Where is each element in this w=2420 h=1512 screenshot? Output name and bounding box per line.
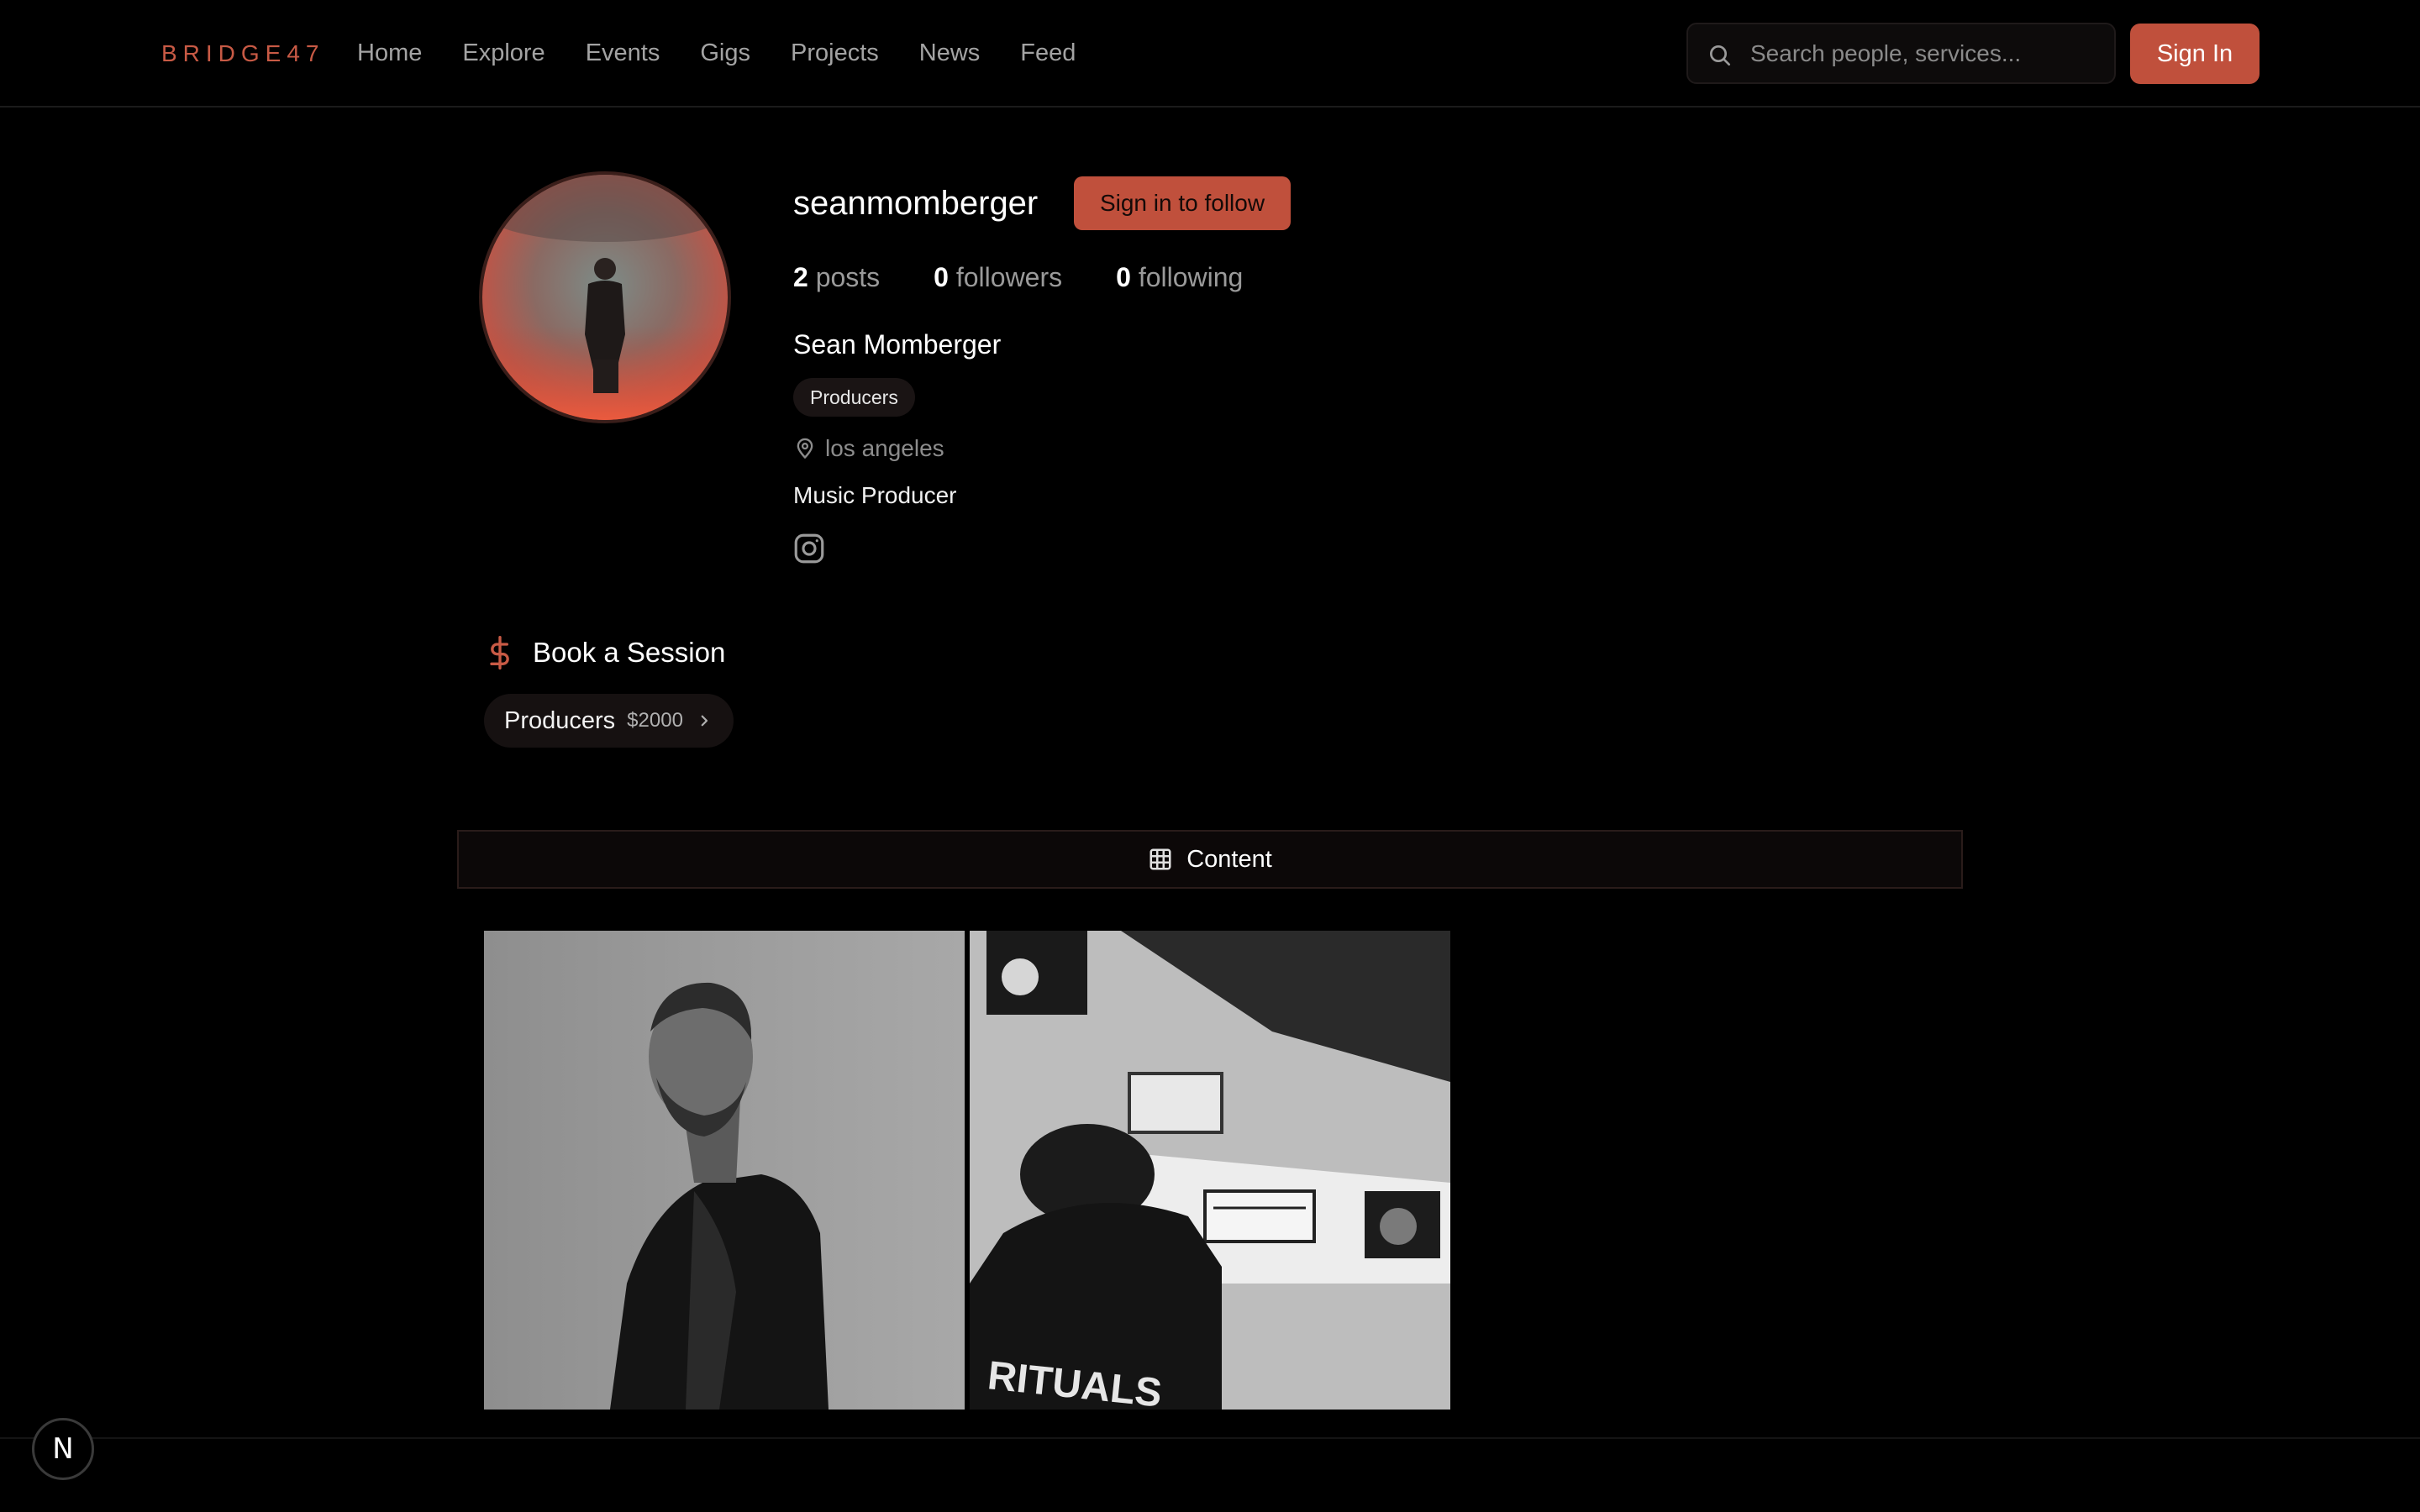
following-count: 0	[1116, 262, 1131, 292]
nav-news[interactable]: News	[919, 37, 981, 69]
posts-count: 2	[793, 262, 808, 292]
map-pin-icon	[797, 438, 813, 459]
following-label: following	[1138, 262, 1244, 292]
post-thumbnail[interactable]: RITUALS	[970, 931, 1450, 1410]
profile-username: seanmomberger	[793, 185, 1039, 222]
post-thumbnail[interactable]	[484, 931, 965, 1410]
followers-count: 0	[934, 262, 949, 292]
profile-stats: 2 posts 0 followers 0 following	[793, 260, 1297, 294]
nav-projects[interactable]: Projects	[791, 37, 879, 69]
dollar-icon	[490, 636, 509, 669]
followers-label: followers	[955, 262, 1063, 292]
grid-icon	[1150, 848, 1171, 870]
book-session-title: Book a Session	[533, 637, 726, 668]
book-session-heading: Book a Session	[486, 634, 725, 671]
search-icon	[1710, 45, 1730, 66]
nav-events[interactable]: Events	[586, 37, 660, 69]
portrait-photo	[484, 931, 965, 1410]
search-box	[1686, 23, 2116, 84]
service-price: $2000	[627, 709, 683, 732]
instagram-icon[interactable]	[792, 531, 827, 566]
category-tag: Producers	[793, 378, 915, 417]
following-stat[interactable]: 0 following	[1116, 260, 1243, 294]
service-name: Producers	[504, 706, 616, 734]
dev-tools-badge[interactable]: N	[32, 1418, 94, 1480]
tab-content[interactable]: Content	[457, 830, 1963, 889]
sign-in-button[interactable]: Sign In	[2130, 24, 2260, 84]
followers-stat[interactable]: 0 followers	[934, 260, 1062, 294]
nav-gigs[interactable]: Gigs	[700, 37, 750, 69]
avatar	[479, 171, 731, 423]
profile-full-name: Sean Momberger	[793, 329, 1002, 360]
posts-stat[interactable]: 2 posts	[793, 260, 880, 294]
nav-explore[interactable]: Explore	[462, 37, 544, 69]
location-text: los angeles	[825, 435, 944, 461]
brand-logo[interactable]: BRIDGE47	[161, 39, 325, 69]
nav-home[interactable]: Home	[357, 37, 422, 69]
top-navbar: BRIDGE47 Home Explore Events Gigs Projec…	[0, 0, 2420, 108]
search-input[interactable]	[1749, 24, 2102, 82]
tab-content-label: Content	[1186, 845, 1272, 873]
service-option[interactable]: Producers $2000	[484, 694, 734, 748]
follow-button[interactable]: Sign in to follow	[1074, 176, 1291, 230]
chevron-right-icon	[701, 715, 708, 727]
studio-photo: RITUALS	[970, 931, 1450, 1410]
profile-location: los angeles	[793, 433, 944, 464]
footer-divider	[0, 1437, 2420, 1439]
main-nav: Home Explore Events Gigs Projects News F…	[357, 37, 1116, 69]
profile-bio: Music Producer	[793, 482, 957, 508]
posts-label: posts	[815, 262, 881, 292]
nav-feed[interactable]: Feed	[1020, 37, 1076, 69]
